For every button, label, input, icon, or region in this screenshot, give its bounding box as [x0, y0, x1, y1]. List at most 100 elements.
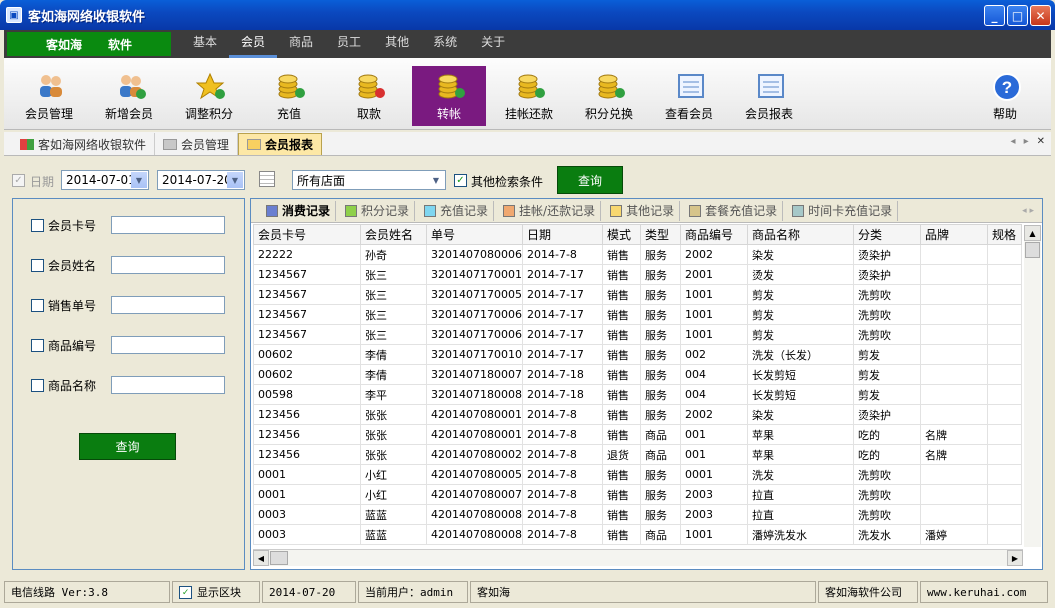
tab-close-icon[interactable]: ✕: [1037, 136, 1045, 147]
column-header[interactable]: 品牌: [919, 224, 988, 245]
field-input[interactable]: [111, 296, 225, 314]
doc-tab-0[interactable]: 客如海网络收银软件: [12, 133, 156, 155]
record-tab-5[interactable]: 套餐充值记录: [684, 200, 784, 221]
table-row[interactable]: 123456 张张 4201407080002 2014-7-8 退货 商品 001 苹果 吃的…: [253, 444, 1022, 465]
scroll-up-icon[interactable]: ▲: [1024, 225, 1041, 241]
tab-scroll-left-icon[interactable]: ◂: [1011, 136, 1016, 147]
table-row[interactable]: 0003 蓝蓝 4201407080008 2014-7-8 销售 商品 1001 潘婷洗发水…: [253, 524, 1022, 545]
table-row[interactable]: 00598 李平 3201407180008 2014-7-18 销售 服务 004 长发剪短…: [253, 384, 1022, 405]
ribbon-button-4[interactable]: 取款: [332, 66, 406, 126]
menu-item-6[interactable]: 关于: [469, 30, 517, 58]
scroll-right-icon[interactable]: ▶: [1007, 550, 1023, 566]
vertical-scrollbar[interactable]: ▲: [1024, 225, 1041, 547]
record-tab-3[interactable]: 挂帐/还款记录: [498, 200, 602, 221]
table-cell: 2002: [679, 244, 748, 265]
doc-tab-label: 会员管理: [181, 137, 230, 152]
scroll-thumb[interactable]: [1025, 242, 1040, 258]
doc-tab-1[interactable]: 会员管理: [155, 133, 239, 155]
menu-item-3[interactable]: 员工: [325, 30, 373, 58]
records-panel: 消费记录 积分记录 充值记录 挂帐/还款记录 其他记录 套餐充值记录 时间卡充值记录 ◂ ▸ …: [250, 198, 1043, 570]
menu-item-2[interactable]: 商品: [277, 30, 325, 58]
column-header[interactable]: 类型: [639, 224, 681, 245]
field-input[interactable]: [111, 376, 225, 394]
table-row[interactable]: 1234567 张三 3201407170005 2014-7-17 销售 服务 1001 剪…: [253, 284, 1022, 305]
field-checkbox[interactable]: [31, 379, 44, 392]
table-row[interactable]: 0003 蓝蓝 4201407080008 2014-7-8 销售 服务 2003 拉直 洗剪吹: [253, 504, 1022, 525]
table-row[interactable]: 00602 李倩 3201407180007 2014-7-18 销售 服务 004 长发剪短…: [253, 364, 1022, 385]
date-checkbox[interactable]: ✓: [12, 174, 25, 187]
more-conditions-checkbox[interactable]: ✓: [454, 174, 467, 187]
panel-query-button[interactable]: 查询: [79, 433, 176, 460]
date-from-picker[interactable]: 2014-07-01 ▼: [61, 170, 149, 190]
ribbon-button-0[interactable]: 会员管理: [12, 66, 86, 126]
record-tab-nav-icon[interactable]: ◂ ▸: [1022, 206, 1034, 216]
ribbon-button-1[interactable]: 新增会员: [92, 66, 166, 126]
table-row[interactable]: 0001 小红 4201407080005 2014-7-8 销售 服务 0001 洗发 洗剪吹: [253, 464, 1022, 485]
field-checkbox[interactable]: [31, 339, 44, 352]
field-checkbox[interactable]: [31, 259, 44, 272]
column-header[interactable]: 日期: [521, 224, 603, 245]
adjust-points-icon: [195, 72, 226, 100]
show-block-checkbox[interactable]: ✓: [179, 585, 192, 599]
table-cell: [919, 504, 988, 525]
maximize-button[interactable]: □: [1007, 5, 1028, 26]
table-cell: 服务: [639, 384, 681, 405]
menu-item-5[interactable]: 系统: [421, 30, 469, 58]
column-header[interactable]: 商品名称: [746, 224, 854, 245]
menu-item-4[interactable]: 其他: [373, 30, 421, 58]
show-block-toggle[interactable]: ✓ 显示区块: [172, 581, 260, 603]
table-row[interactable]: 0001 小红 4201407080007 2014-7-8 销售 服务 2003 拉直 洗剪吹: [253, 484, 1022, 505]
doc-tab-2[interactable]: 会员报表: [238, 133, 323, 155]
ribbon-button-5[interactable]: 转帐: [412, 66, 486, 126]
table-cell: 1001: [679, 304, 748, 325]
table-row[interactable]: 00602 李倩 3201407170010 2014-7-17 销售 服务 002 洗发（长…: [253, 344, 1022, 365]
column-header[interactable]: 模式: [601, 224, 641, 245]
table-row[interactable]: 1234567 张三 3201407170001 2014-7-17 销售 服务 2001 烫…: [253, 264, 1022, 285]
table-row[interactable]: 123456 张张 4201407080001 2014-7-8 销售 服务 2002 染发烫…: [253, 404, 1022, 425]
column-header[interactable]: 会员姓名: [360, 224, 427, 245]
column-header[interactable]: 会员卡号: [253, 224, 361, 245]
record-tab-0[interactable]: 消费记录: [261, 200, 337, 221]
record-tab-2[interactable]: 充值记录: [419, 200, 495, 221]
field-input[interactable]: [111, 216, 225, 234]
menu-item-1[interactable]: 会员: [229, 30, 278, 58]
ribbon-button-2[interactable]: 调整积分: [172, 66, 246, 126]
ribbon-button-7[interactable]: 积分兑换: [572, 66, 646, 126]
field-checkbox[interactable]: [31, 219, 44, 232]
record-tab-6[interactable]: 时间卡充值记录: [787, 200, 899, 221]
date-to-picker[interactable]: 2014-07-20 ▼: [157, 170, 245, 190]
column-header[interactable]: 规格: [986, 224, 1022, 245]
table-row[interactable]: 1234567 张三 3201407170006 2014-7-17 销售 服务 1001 剪…: [253, 324, 1022, 345]
table-cell: 2014-7-17: [521, 324, 603, 345]
minimize-button[interactable]: _: [984, 5, 1005, 26]
record-tab-4[interactable]: 其他记录: [605, 200, 681, 221]
column-header[interactable]: 商品编号: [679, 224, 748, 245]
store-select[interactable]: 所有店面 ▼: [292, 170, 446, 190]
ribbon-button-8[interactable]: 查看会员: [652, 66, 726, 126]
table-cell: 2014-7-8: [521, 424, 603, 445]
scroll-left-icon[interactable]: ◀: [253, 550, 269, 566]
ribbon-button-10[interactable]: ? 帮助: [968, 66, 1042, 126]
table-row[interactable]: 22222 孙奇 3201407080006 2014-7-8 销售 服务 2002 染发 烫染…: [253, 244, 1022, 265]
calendar-icon[interactable]: [259, 171, 275, 187]
close-button[interactable]: ✕: [1030, 5, 1051, 26]
menu-item-0[interactable]: 基本: [181, 30, 229, 58]
points-exchange-icon: [596, 72, 626, 100]
table-row[interactable]: 123456 张张 4201407080001 2014-7-8 销售 商品 001 苹果 吃的…: [253, 424, 1022, 445]
horizontal-scrollbar[interactable]: ◀ ▶: [253, 549, 1023, 566]
record-tab-1[interactable]: 积分记录: [340, 200, 416, 221]
top-query-button[interactable]: 查询: [557, 166, 623, 194]
field-checkbox[interactable]: [31, 299, 44, 312]
ribbon-button-9[interactable]: 会员报表: [732, 66, 806, 126]
ribbon-button-6[interactable]: 挂帐还款: [492, 66, 566, 126]
tab-scroll-right-icon[interactable]: ▸: [1024, 136, 1029, 147]
field-input[interactable]: [111, 256, 225, 274]
column-header[interactable]: 单号: [426, 224, 523, 245]
scroll-thumb[interactable]: [270, 551, 288, 565]
table-cell: 4201407080008: [426, 504, 523, 525]
ribbon-button-3[interactable]: 充值: [252, 66, 326, 126]
table-row[interactable]: 1234567 张三 3201407170006 2014-7-17 销售 服务 1001 剪…: [253, 304, 1022, 325]
field-input[interactable]: [111, 336, 225, 354]
ribbon-button-label: 取款: [356, 107, 381, 121]
column-header[interactable]: 分类: [852, 224, 921, 245]
